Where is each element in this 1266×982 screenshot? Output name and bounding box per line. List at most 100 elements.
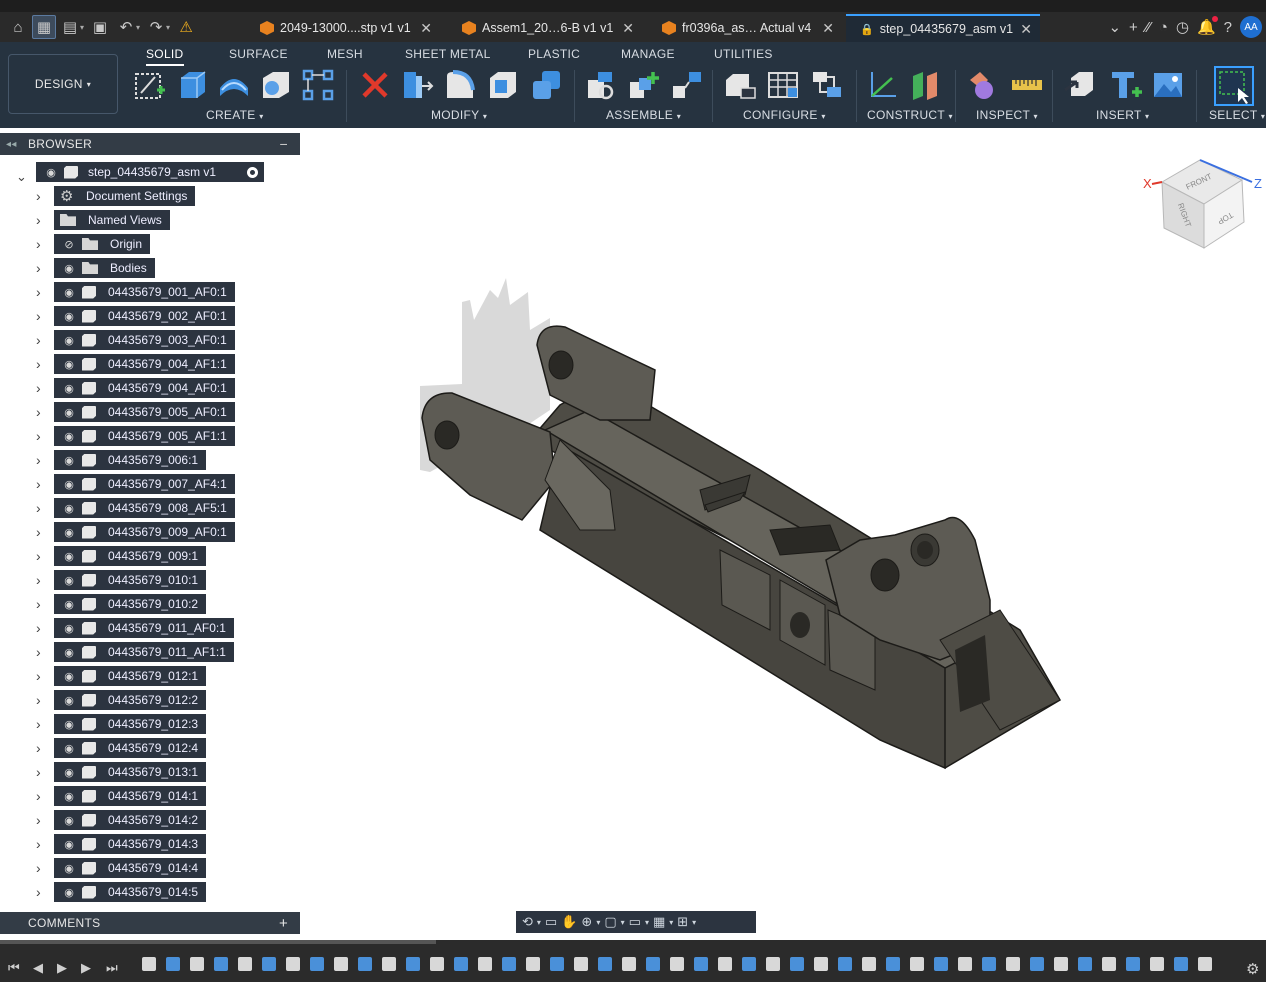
expand-arrow-icon[interactable]: › xyxy=(36,668,46,684)
close-icon[interactable]: ✕ xyxy=(622,20,634,37)
expand-arrow-icon[interactable]: › xyxy=(36,548,46,564)
timeline-component-icon[interactable] xyxy=(478,957,492,971)
visibility-eye-icon[interactable]: ◉ xyxy=(60,310,78,323)
expand-arrow-icon[interactable]: › xyxy=(36,620,46,636)
document-tab-4-active[interactable]: 🔒 step_04435679_asm v1 ✕ xyxy=(846,14,1040,42)
add-comment-icon[interactable]: + xyxy=(279,915,288,932)
timeline-joint-icon[interactable] xyxy=(166,957,180,971)
timeline-settings-gear-icon[interactable]: ⚙ xyxy=(1246,960,1259,978)
browser-component[interactable]: ◉ 04435679_012:1 xyxy=(54,666,207,686)
file-menu-chevron-icon[interactable]: ▾ xyxy=(80,23,84,32)
expand-arrow-icon[interactable]: › xyxy=(36,524,46,540)
timeline-component-icon[interactable] xyxy=(334,957,348,971)
redo-chevron-icon[interactable]: ▾ xyxy=(166,23,170,32)
help-icon[interactable]: ? xyxy=(1224,19,1232,36)
browser-component[interactable]: ◉ 04435679_010:2 xyxy=(54,594,207,614)
browser-component[interactable]: ◉ 04435679_009:1 xyxy=(54,546,207,566)
browser-component[interactable]: ◉ 04435679_014:4 xyxy=(54,858,207,878)
timeline-component-icon[interactable] xyxy=(526,957,540,971)
document-tab-1[interactable]: 2049-13000....stp v1 v1 ✕ xyxy=(248,14,440,42)
visibility-eye-icon[interactable]: ◉ xyxy=(60,406,78,419)
timeline-scrollbar[interactable] xyxy=(0,940,436,944)
insert-mcmaster-icon[interactable] xyxy=(1108,68,1142,102)
browser-component[interactable]: ◉ 04435679_004_AF0:1 xyxy=(54,378,235,398)
timeline-component-icon[interactable] xyxy=(1006,957,1020,971)
timeline-joint-icon[interactable] xyxy=(598,957,612,971)
timeline-component-icon[interactable] xyxy=(718,957,732,971)
timeline-joint-icon[interactable] xyxy=(982,957,996,971)
timeline-component-icon[interactable] xyxy=(1198,957,1212,971)
browser-component[interactable]: ◉ 04435679_005_AF1:1 xyxy=(54,426,235,446)
visibility-eye-icon[interactable]: ◉ xyxy=(60,502,78,515)
expand-arrow-icon[interactable]: › xyxy=(36,764,46,780)
visibility-eye-icon[interactable]: ◉ xyxy=(60,814,78,827)
visibility-eye-icon[interactable]: ◉ xyxy=(60,790,78,803)
visibility-eye-icon[interactable]: ◉ xyxy=(60,478,78,491)
expand-arrow-icon[interactable]: › xyxy=(36,596,46,612)
timeline-component-icon[interactable] xyxy=(862,957,876,971)
timeline-joint-icon[interactable] xyxy=(646,957,660,971)
browser-component[interactable]: ◉ 04435679_010:1 xyxy=(54,570,207,590)
timeline-component-icon[interactable] xyxy=(430,957,444,971)
expand-arrow-icon[interactable]: › xyxy=(36,260,46,276)
browser-folder-named-views[interactable]: Named Views xyxy=(54,210,170,230)
timeline-component-icon[interactable] xyxy=(670,957,684,971)
browser-component[interactable]: ◉ 04435679_006:1 xyxy=(54,450,207,470)
zoom-icon[interactable]: ⊕ xyxy=(581,914,592,930)
expand-arrow-icon[interactable]: › xyxy=(36,428,46,444)
pan-hand-icon[interactable]: ✋ xyxy=(561,914,577,930)
grid-icon[interactable]: ▦ xyxy=(653,914,665,930)
rigid-group-icon[interactable] xyxy=(670,68,704,102)
job-status-icon[interactable]: ◔ xyxy=(1159,19,1168,36)
group-insert[interactable]: INSERT ▾ xyxy=(1096,108,1149,122)
delete-icon[interactable] xyxy=(358,68,392,102)
comments-panel-header[interactable]: COMMENTS + xyxy=(0,912,300,934)
expand-arrow-icon[interactable]: › xyxy=(36,500,46,516)
interference-icon[interactable] xyxy=(966,68,1000,102)
design-canvas[interactable] xyxy=(300,128,1266,940)
expand-arrow-icon[interactable]: › xyxy=(36,308,46,324)
expand-chevron-icon[interactable]: ⌄ xyxy=(16,169,27,185)
timeline-component-icon[interactable] xyxy=(1150,957,1164,971)
create-sketch-icon[interactable] xyxy=(133,68,167,102)
timeline-joint-icon[interactable] xyxy=(694,957,708,971)
visibility-eye-icon[interactable]: ◉ xyxy=(60,454,78,467)
browser-component[interactable]: ◉ 04435679_012:2 xyxy=(54,690,207,710)
tab-surface[interactable]: SURFACE xyxy=(229,47,288,61)
visibility-eye-icon[interactable]: ◉ xyxy=(60,334,78,347)
timeline-joint-icon[interactable] xyxy=(214,957,228,971)
group-configure[interactable]: CONFIGURE ▾ xyxy=(743,108,826,122)
expand-arrow-icon[interactable]: › xyxy=(36,716,46,732)
timeline-joint-icon[interactable] xyxy=(838,957,852,971)
browser-folder-bodies[interactable]: ◉ Bodies xyxy=(54,258,155,278)
file-menu-icon[interactable]: ▤ xyxy=(58,15,82,39)
expand-arrow-icon[interactable]: › xyxy=(36,404,46,420)
timeline-joint-icon[interactable] xyxy=(1174,957,1188,971)
configure-design-icon[interactable] xyxy=(723,68,757,102)
browser-component[interactable]: ◉ 04435679_014:3 xyxy=(54,834,207,854)
orbit-icon[interactable]: ⟲ xyxy=(522,914,533,930)
visibility-eye-icon[interactable]: ◉ xyxy=(60,262,78,275)
extensions-icon[interactable]: ⁄⁄ xyxy=(1146,19,1151,36)
chevron-down-icon[interactable]: ▾ xyxy=(537,918,541,927)
visibility-eye-icon[interactable]: ◉ xyxy=(60,382,78,395)
visibility-eye-icon[interactable]: ◉ xyxy=(60,622,78,635)
go-to-end-icon[interactable]: ⏭ xyxy=(106,960,118,976)
visibility-eye-icon[interactable]: ◉ xyxy=(60,646,78,659)
step-back-icon[interactable]: ◀ xyxy=(33,960,43,976)
timeline-component-icon[interactable] xyxy=(382,957,396,971)
expand-arrow-icon[interactable]: › xyxy=(36,740,46,756)
visibility-eye-icon[interactable]: ⊘ xyxy=(60,238,78,251)
minimize-icon[interactable]: − xyxy=(280,136,288,152)
redo-icon[interactable]: ↷ xyxy=(144,15,168,39)
timeline-component-icon[interactable] xyxy=(238,957,252,971)
timeline-joint-icon[interactable] xyxy=(358,957,372,971)
group-select[interactable]: SELECT ▾ xyxy=(1209,108,1265,122)
close-icon[interactable]: ✕ xyxy=(420,20,432,37)
joint-icon[interactable] xyxy=(584,68,618,102)
insert-canvas-icon[interactable] xyxy=(1151,68,1185,102)
fit-icon[interactable]: ▢ xyxy=(604,914,616,930)
timeline-component-icon[interactable] xyxy=(1102,957,1116,971)
visibility-eye-icon[interactable]: ◉ xyxy=(42,166,60,179)
timeline-joint-icon[interactable] xyxy=(1126,957,1140,971)
